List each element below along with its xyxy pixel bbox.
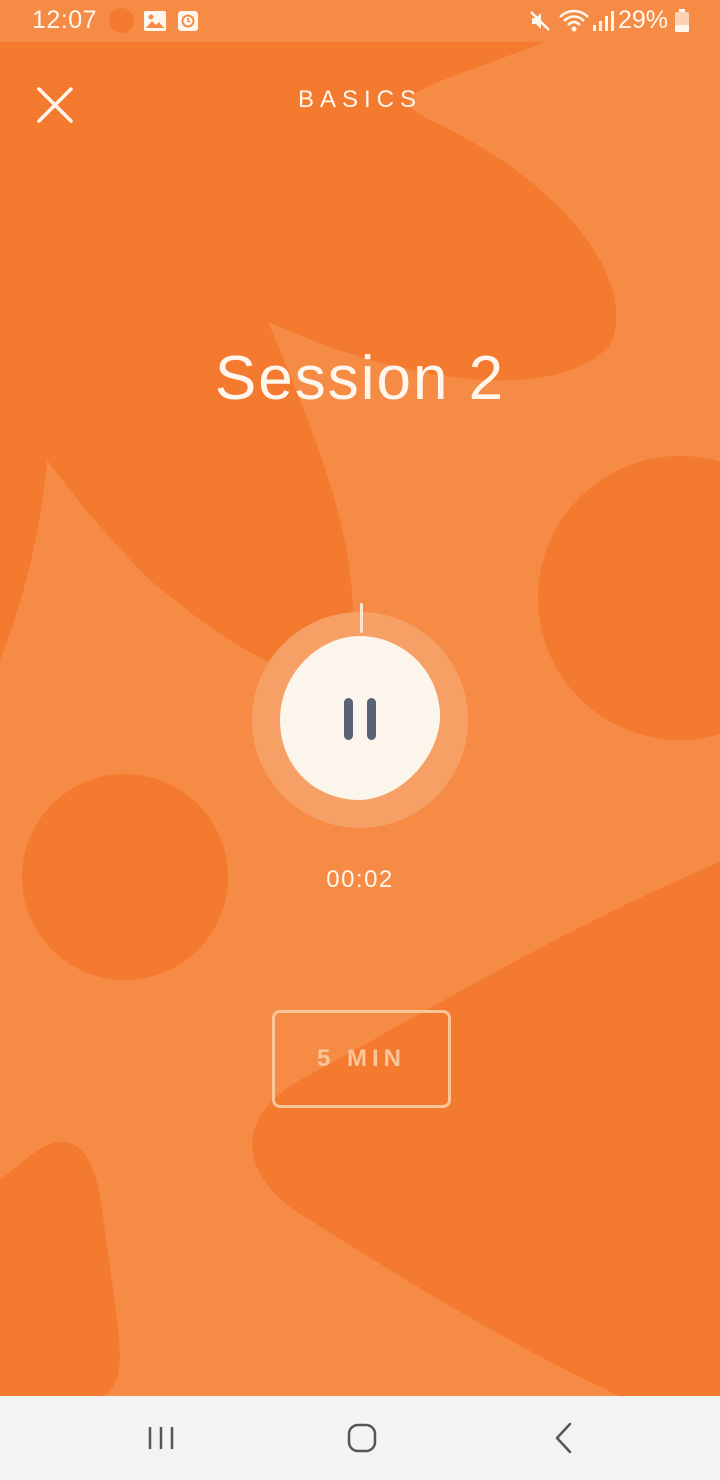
battery-percentage: 29%	[617, 6, 668, 34]
elapsed-time: 00:02	[326, 866, 394, 893]
duration-label: 5 MIN	[316, 1045, 406, 1072]
navigation-bar	[0, 1396, 720, 1480]
status-bar: 12:07 29%	[0, 0, 720, 42]
mute-icon	[530, 11, 550, 31]
home-icon[interactable]	[338, 1416, 386, 1460]
battery-icon	[675, 9, 689, 32]
background-petal-bottom-left	[0, 1141, 120, 1396]
back-icon[interactable]	[540, 1416, 588, 1460]
clock-app-icon	[178, 11, 198, 31]
status-time: 12:07	[32, 6, 98, 34]
wifi-icon	[559, 9, 589, 32]
notification-dot-icon	[109, 8, 134, 33]
session-title: Session 2	[214, 344, 506, 413]
header-title: BASICS	[297, 86, 423, 113]
pause-button-blob	[280, 636, 440, 800]
background-wave-bottom	[252, 862, 720, 1396]
progress-indicator	[360, 603, 363, 633]
duration-button[interactable]: 5 MIN	[272, 1010, 451, 1108]
signal-icon	[593, 11, 614, 31]
pause-button[interactable]	[280, 632, 440, 802]
image-icon	[144, 11, 166, 31]
background-circle-right	[538, 456, 720, 740]
recent-apps-icon[interactable]	[137, 1416, 185, 1460]
